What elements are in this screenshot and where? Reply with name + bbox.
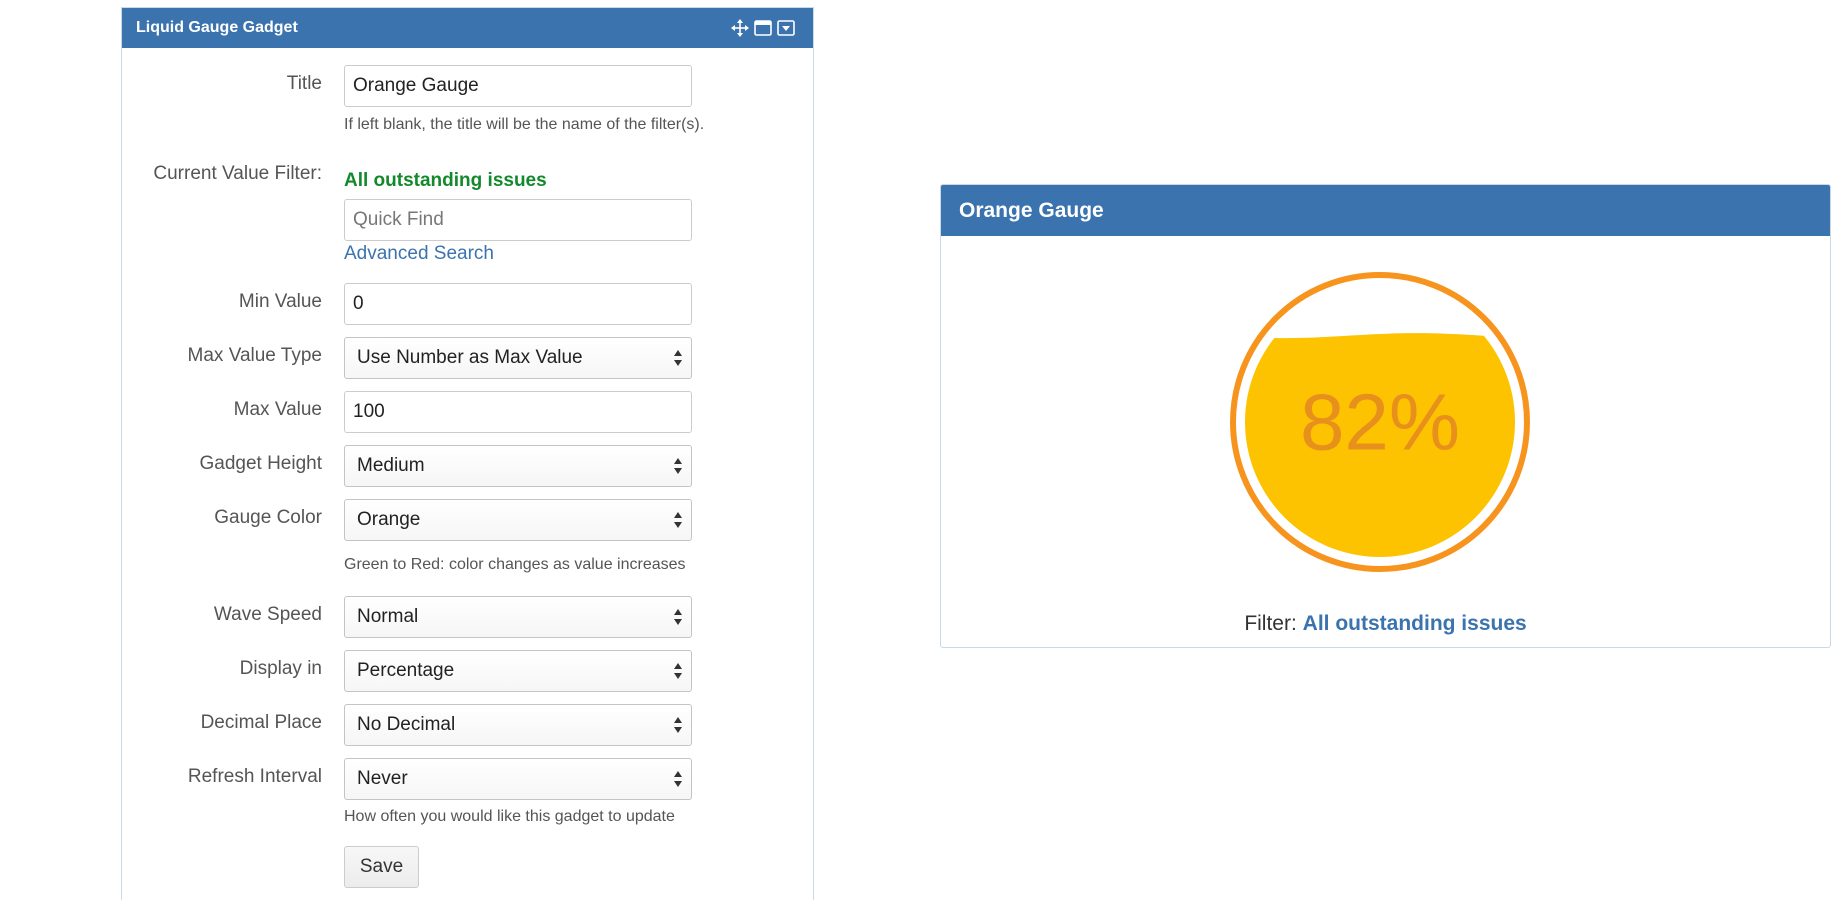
wave-speed-select[interactable]: Normal (344, 596, 692, 638)
gauge-filter-label: Filter: (1244, 612, 1297, 635)
title-label: Title (286, 73, 322, 94)
max-value-input[interactable] (344, 391, 692, 433)
display-in-selected: Percentage (357, 660, 455, 681)
min-value-label: Min Value (238, 291, 322, 312)
refresh-interval-select[interactable]: Never (344, 758, 692, 800)
gadget-config-header: Liquid Gauge Gadget (122, 8, 813, 48)
gauge-filter-line: Filter: All outstanding issues (941, 612, 1830, 636)
wave-speed-selected: Normal (357, 606, 419, 627)
selected-filter-name: All outstanding issues (344, 170, 547, 191)
gauge-filter-link[interactable]: All outstanding issues (1303, 612, 1527, 635)
advanced-search-link[interactable]: Advanced Search (344, 243, 494, 265)
maximize-icon[interactable] (754, 19, 772, 37)
gadget-config-title: Liquid Gauge Gadget (136, 19, 298, 36)
quick-find-input[interactable] (344, 199, 692, 241)
select-arrows-icon (674, 350, 682, 366)
display-in-label: Display in (239, 658, 322, 679)
gadget-height-label: Gadget Height (199, 453, 322, 474)
display-in-select[interactable]: Percentage (344, 650, 692, 692)
max-value-type-selected: Use Number as Max Value (357, 347, 583, 368)
gadget-height-select[interactable]: Medium (344, 445, 692, 487)
select-arrows-icon (674, 609, 682, 625)
gauge-gadget-panel: Orange Gauge 82% Filter: All outstanding… (940, 184, 1831, 648)
refresh-interval-label: Refresh Interval (187, 766, 322, 787)
gauge-color-help-text: Green to Red: color changes as value inc… (344, 556, 686, 573)
gauge-color-selected: Orange (357, 509, 421, 530)
save-button[interactable]: Save (344, 846, 419, 888)
max-value-type-label: Max Value Type (187, 345, 322, 366)
decimal-place-label: Decimal Place (200, 712, 322, 733)
refresh-interval-help-text: How often you would like this gadget to … (344, 808, 675, 825)
title-input[interactable] (344, 65, 692, 107)
gadget-config-panel: Liquid Gauge Gadget Title Orange Gauge I… (121, 7, 814, 900)
filter-label: Current Value Filter: (153, 163, 322, 184)
dropdown-menu-icon[interactable] (777, 19, 795, 37)
decimal-place-select[interactable]: No Decimal (344, 704, 692, 746)
wave-speed-label: Wave Speed (213, 604, 322, 625)
liquid-gauge: 82% (1230, 272, 1530, 572)
select-arrows-icon (674, 717, 682, 733)
refresh-interval-selected: Never (357, 768, 408, 789)
header-icons (731, 19, 795, 37)
select-arrows-icon (674, 512, 682, 528)
select-arrows-icon (674, 458, 682, 474)
gauge-gadget-header: Orange Gauge (941, 185, 1830, 236)
gauge-color-label: Gauge Color (214, 507, 322, 528)
select-arrows-icon (674, 663, 682, 679)
title-help-text: If left blank, the title will be the nam… (344, 116, 705, 133)
gauge-color-select[interactable]: Orange (344, 499, 692, 541)
max-value-type-select[interactable]: Use Number as Max Value (344, 337, 692, 379)
gauge-value-text: 82% (1300, 378, 1460, 467)
decimal-place-selected: No Decimal (357, 714, 456, 735)
gadget-height-selected: Medium (357, 455, 425, 476)
select-arrows-icon (674, 771, 682, 787)
move-icon[interactable] (731, 19, 749, 37)
gauge-gadget-title: Orange Gauge (959, 198, 1104, 222)
min-value-input[interactable] (344, 283, 692, 325)
max-value-label: Max Value (233, 399, 322, 420)
